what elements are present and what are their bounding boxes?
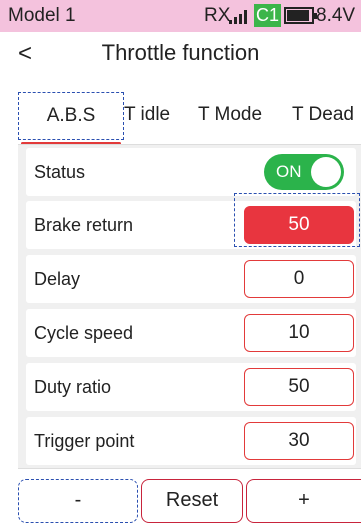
toggle-knob xyxy=(311,157,341,187)
page-title: Throttle function xyxy=(101,40,260,65)
page-header: < Throttle function xyxy=(0,32,361,74)
trigger-point-value[interactable]: 30 xyxy=(244,422,354,460)
channel-badge: C1 xyxy=(254,4,281,27)
status-toggle[interactable]: ON xyxy=(264,154,344,190)
duty-ratio-row: Duty ratio 50 xyxy=(26,363,356,411)
cycle-speed-label: Cycle speed xyxy=(34,323,134,343)
delay-label: Delay xyxy=(34,269,81,289)
model-name: Model 1 xyxy=(8,5,76,26)
status-label: Status xyxy=(34,162,86,182)
delay-value[interactable]: 0 xyxy=(244,260,354,298)
battery-voltage: 8.4V xyxy=(316,5,356,26)
tab-t-idle[interactable]: T idle xyxy=(124,92,170,140)
duty-ratio-value[interactable]: 50 xyxy=(244,368,354,406)
toggle-state-label: ON xyxy=(276,162,302,181)
duty-ratio-label: Duty ratio xyxy=(34,377,112,397)
delay-row: Delay 0 xyxy=(26,255,356,303)
tab-t-mode[interactable]: T Mode xyxy=(198,92,262,140)
bottom-toolbar: - Reset + xyxy=(0,473,361,528)
minus-label: - xyxy=(74,489,82,511)
trigger-point-label: Trigger point xyxy=(34,431,135,451)
tab-abs[interactable]: A.B.S xyxy=(18,92,124,145)
reset-button[interactable]: Reset xyxy=(141,479,243,523)
brake-return-label: Brake return xyxy=(34,215,134,235)
tab-bar: A.B.S T idle T Mode T Dead xyxy=(0,92,361,145)
tab-t-dead[interactable]: T Dead xyxy=(292,92,354,140)
cycle-speed-value[interactable]: 10 xyxy=(244,314,354,352)
status-bar: Model 1 RX C1 8.4V xyxy=(0,0,361,32)
increment-button[interactable]: + xyxy=(246,479,361,523)
rx-label: RX xyxy=(204,5,231,26)
status-row: Status ON xyxy=(26,148,356,196)
focus-indicator xyxy=(234,193,360,247)
battery-icon xyxy=(284,7,317,24)
decrement-button[interactable]: - xyxy=(18,479,138,523)
signal-bars-icon xyxy=(229,9,251,24)
cycle-speed-row: Cycle speed 10 xyxy=(26,309,356,357)
trigger-point-row: Trigger point 30 xyxy=(26,417,356,465)
